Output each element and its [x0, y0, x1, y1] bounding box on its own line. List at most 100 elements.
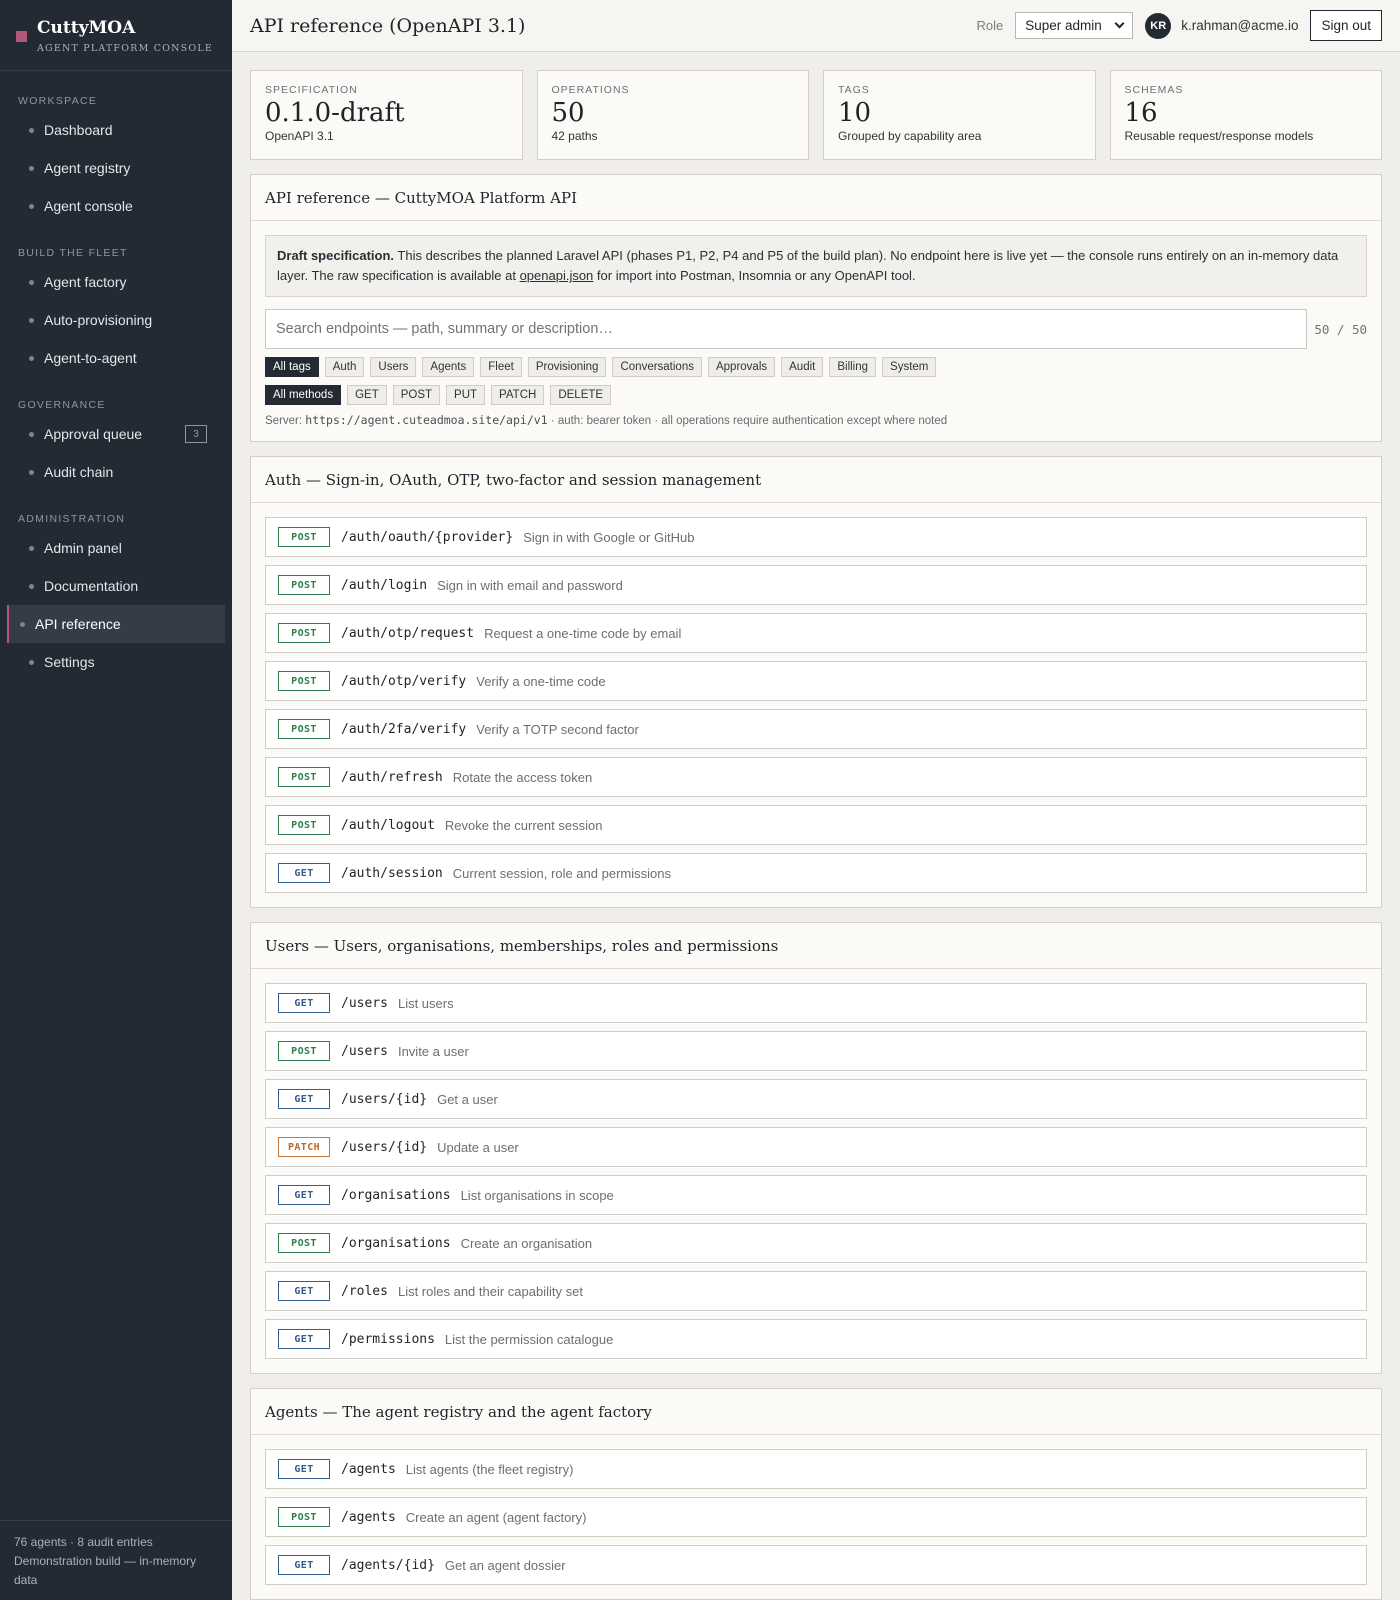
- sidebar-item-audit-chain[interactable]: Audit chain: [7, 453, 225, 491]
- method-badge: POST: [278, 719, 330, 739]
- footer-build-note: Demonstration build — in-memory data: [14, 1554, 197, 1587]
- brand-subtitle: AGENT PLATFORM CONSOLE: [37, 43, 214, 54]
- server-note: · auth: bearer token · all operations re…: [547, 415, 948, 427]
- endpoint-row[interactable]: GET/organisations List organisations in s…: [265, 1175, 1367, 1215]
- endpoint-row[interactable]: POST/auth/oauth/{provider} Sign in with G…: [265, 517, 1367, 557]
- bullet-icon: [29, 355, 34, 361]
- bullet-icon: [20, 621, 25, 627]
- endpoint-row[interactable]: POST/auth/otp/verify Verify a one-time co…: [265, 661, 1367, 701]
- stat-label: SPECIFICATION: [265, 84, 358, 96]
- tag-chip-fleet[interactable]: Fleet: [480, 357, 522, 377]
- endpoint-groups: Auth — Sign-in, OAuth, OTP, two-factor a…: [250, 456, 1382, 1600]
- method-chip-put[interactable]: PUT: [446, 385, 486, 405]
- endpoint-list: GET/users List users POST/users Invite a us…: [251, 969, 1381, 1373]
- brand[interactable]: CuttyMOA AGENT PLATFORM CONSOLE: [0, 0, 232, 71]
- result-count: 50 / 50: [1314, 321, 1367, 337]
- endpoint-summary: Revoke the current session: [444, 817, 603, 833]
- sidebar: CuttyMOA AGENT PLATFORM CONSOLE WORKSPAC…: [0, 0, 232, 1600]
- stat-label: SCHEMAS: [1124, 84, 1184, 96]
- endpoint-summary: List agents (the fleet registry): [405, 1461, 574, 1477]
- tag-chip-users[interactable]: Users: [370, 357, 417, 377]
- endpoint-path: /auth/login: [341, 577, 428, 593]
- role-select-value: Super admin: [1025, 18, 1102, 33]
- nav-section-title: ADMINISTRATION: [18, 513, 126, 525]
- stat-value: 10: [838, 98, 872, 128]
- draft-notice-text-end: for import into Postman, Insomnia or any…: [593, 268, 916, 283]
- method-chip-get[interactable]: GET: [347, 385, 387, 405]
- endpoint-row[interactable]: POST/organisations Create an organisation: [265, 1223, 1367, 1263]
- endpoint-summary: Get an agent dossier: [444, 1557, 566, 1573]
- tag-chip-agents[interactable]: Agents: [422, 357, 475, 377]
- bullet-icon: [29, 431, 34, 437]
- sidebar-item-api-reference[interactable]: API reference: [7, 605, 225, 643]
- method-badge: POST: [278, 1041, 330, 1061]
- sidebar-footer: 76 agents · 8 audit entries Demonstratio…: [0, 1520, 232, 1600]
- tag-chip-system[interactable]: System: [882, 357, 937, 377]
- method-badge: GET: [278, 1459, 330, 1479]
- sidebar-item-dashboard[interactable]: Dashboard: [7, 111, 225, 149]
- bullet-icon: [29, 127, 34, 133]
- chevron-down-icon: [1114, 18, 1125, 29]
- stat-value: 16: [1124, 98, 1158, 128]
- role-select[interactable]: Super admin: [1015, 12, 1134, 39]
- sidebar-item-agent-registry[interactable]: Agent registry: [7, 149, 225, 187]
- tag-chip-billing[interactable]: Billing: [829, 357, 877, 377]
- method-badge: PATCH: [278, 1137, 330, 1157]
- endpoint-row[interactable]: PATCH/users/{id} Update a user: [265, 1127, 1367, 1167]
- tag-chip-conversations[interactable]: Conversations: [612, 357, 702, 377]
- draft-notice-label: Draft specification.: [277, 248, 395, 263]
- tag-chip-approvals[interactable]: Approvals: [707, 357, 776, 377]
- tag-filter: All tags Auth Users Agents Fleet Provisioning…: [265, 357, 1367, 377]
- endpoint-row[interactable]: GET/users List users: [265, 983, 1367, 1023]
- sidebar-item-label: Approval queue: [44, 426, 143, 442]
- endpoint-row[interactable]: POST/auth/otp/request Request a one-time …: [265, 613, 1367, 653]
- endpoint-summary: Verify a TOTP second factor: [476, 721, 639, 737]
- server-info: Server: https://agent.cuteadmoa.site/api…: [265, 413, 1367, 427]
- endpoint-path: /permissions: [341, 1331, 435, 1347]
- method-badge: GET: [278, 1185, 330, 1205]
- tag-chip-provisioning[interactable]: Provisioning: [527, 357, 607, 377]
- sidebar-item-admin-panel[interactable]: Admin panel: [7, 529, 225, 567]
- sidebar-item-documentation[interactable]: Documentation: [7, 567, 225, 605]
- endpoint-row[interactable]: POST/auth/2fa/verify Verify a TOTP second…: [265, 709, 1367, 749]
- method-badge: GET: [278, 1555, 330, 1575]
- method-badge: POST: [278, 1507, 330, 1527]
- endpoint-row[interactable]: GET/agents/{id} Get an agent dossier: [265, 1545, 1367, 1585]
- method-chip-delete[interactable]: DELETE: [550, 385, 612, 405]
- endpoint-row[interactable]: GET/agents List agents (the fleet registr…: [265, 1449, 1367, 1489]
- sidebar-item-agent-to-agent[interactable]: Agent-to-agent: [7, 339, 225, 377]
- endpoint-row[interactable]: GET/auth/session Current session, role an…: [265, 853, 1367, 893]
- endpoint-summary: List roles and their capability set: [397, 1283, 583, 1299]
- topbar: API reference (OpenAPI 3.1) Role Super a…: [232, 0, 1400, 52]
- tag-chip-audit[interactable]: Audit: [781, 357, 824, 377]
- endpoint-row[interactable]: POST/auth/logout Revoke the current sessi…: [265, 805, 1367, 845]
- endpoint-row[interactable]: POST/users Invite a user: [265, 1031, 1367, 1071]
- endpoint-row[interactable]: POST/auth/login Sign in with email and pa…: [265, 565, 1367, 605]
- sidebar-item-agent-factory[interactable]: Agent factory: [7, 263, 225, 301]
- avatar[interactable]: KR: [1145, 12, 1172, 39]
- sidebar-item-agent-console[interactable]: Agent console: [7, 187, 225, 225]
- endpoint-row[interactable]: POST/auth/refresh Rotate the access token: [265, 757, 1367, 797]
- sidebar-item-approval-queue[interactable]: Approval queue 3: [7, 415, 225, 453]
- endpoint-search-input[interactable]: Search endpoints — path, summary or desc…: [265, 309, 1307, 349]
- server-url: https://agent.cuteadmoa.site/api/v1: [305, 413, 548, 427]
- method-chip-all-methods[interactable]: All methods: [265, 385, 342, 405]
- endpoint-row[interactable]: POST/agents Create an agent (agent factor…: [265, 1497, 1367, 1537]
- tag-chip-auth[interactable]: Auth: [324, 357, 365, 377]
- endpoint-row[interactable]: GET/permissions List the permission catal…: [265, 1319, 1367, 1359]
- brand-logo-icon: [16, 31, 27, 42]
- endpoint-path: /auth/otp/request: [341, 625, 475, 641]
- method-chip-post[interactable]: POST: [392, 385, 441, 405]
- openapi-json-link[interactable]: openapi.json: [520, 268, 594, 283]
- overview-card: API reference — CuttyMOA Platform API Dr…: [250, 174, 1382, 442]
- sidebar-item-settings[interactable]: Settings: [7, 643, 225, 681]
- method-chip-patch[interactable]: PATCH: [491, 385, 545, 405]
- sidebar-item-auto-provisioning[interactable]: Auto-provisioning: [7, 301, 225, 339]
- endpoint-row[interactable]: GET/users/{id} Get a user: [265, 1079, 1367, 1119]
- method-badge: POST: [278, 575, 330, 595]
- sign-out-button[interactable]: Sign out: [1310, 10, 1382, 41]
- tag-chip-all-tags[interactable]: All tags: [265, 357, 319, 377]
- endpoint-summary: Current session, role and permissions: [452, 865, 671, 881]
- endpoint-row[interactable]: GET/roles List roles and their capability…: [265, 1271, 1367, 1311]
- page-title: API reference (OpenAPI 3.1): [250, 14, 526, 37]
